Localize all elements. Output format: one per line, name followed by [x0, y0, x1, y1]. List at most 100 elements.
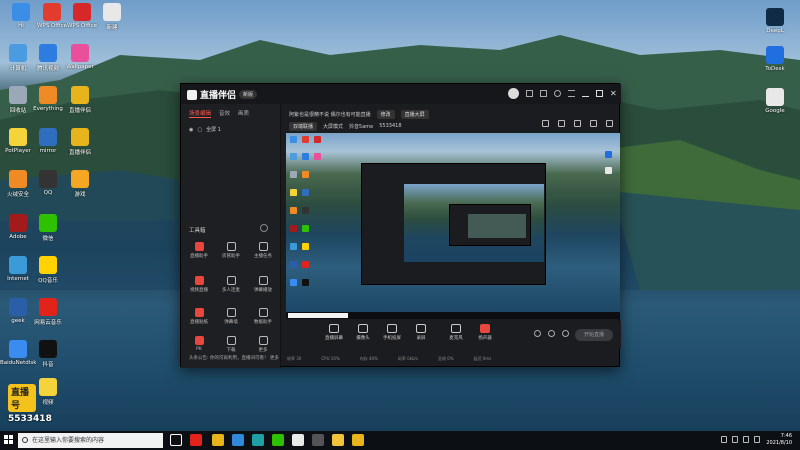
control-button[interactable]: 扬声器: [470, 324, 500, 341]
maximize-icon[interactable]: [596, 90, 603, 97]
live-companion-window[interactable]: 直播伴侣 新版 ✕ 场景编辑 音效 画质 ◉ ▢ 全屏 1 工具箱 直播助手 房…: [180, 83, 621, 368]
room-title[interactable]: 阿紫也是很精不说 偶尔也有可能直播: [289, 111, 371, 118]
ime-icon[interactable]: [754, 436, 760, 443]
preview-app-icon: [302, 171, 309, 178]
record-small-icon[interactable]: [548, 330, 555, 337]
search-icon: [22, 437, 28, 443]
clock-time: 7:46: [780, 433, 792, 439]
settings-taskbar-icon[interactable]: [352, 434, 364, 446]
desktop-icon[interactable]: 网易云音乐: [30, 298, 66, 336]
settings-icon[interactable]: [554, 90, 561, 97]
tool-button[interactable]: 更多: [249, 336, 277, 356]
bell-icon[interactable]: [590, 120, 597, 127]
live-companion-taskbar-icon[interactable]: [212, 434, 224, 446]
tool-button[interactable]: PK: [185, 336, 213, 356]
tool-button[interactable]: 弹幕播放: [249, 276, 277, 296]
tool-button[interactable]: 主播任务: [249, 242, 277, 262]
tab-audio[interactable]: 音效: [219, 109, 230, 118]
wechat-taskbar-icon[interactable]: [272, 434, 284, 446]
message-icon[interactable]: [526, 90, 533, 97]
tab-quality[interactable]: 画质: [238, 109, 249, 118]
mic-icon: [451, 324, 461, 333]
tool-button[interactable]: 多人连麦: [217, 276, 245, 296]
browser-icon[interactable]: [232, 434, 244, 446]
tab-scene-edit[interactable]: 场景编辑: [189, 109, 212, 118]
control-button[interactable]: 手机投屏: [377, 324, 407, 341]
taskview-icon[interactable]: [170, 434, 182, 446]
desktop-icon[interactable]: Wallpaper: [62, 44, 98, 82]
desktop-icon[interactable]: QQ: [30, 170, 66, 208]
desktop-icon[interactable]: 腾讯视频: [30, 44, 66, 82]
camera-small-icon[interactable]: [534, 330, 541, 337]
desktop-icon[interactable]: Everything: [30, 86, 66, 124]
skin-icon[interactable]: [540, 90, 547, 97]
qq-icon: [39, 170, 57, 188]
tool-button[interactable]: 下载: [217, 336, 245, 356]
scene-label: 全屏 1: [206, 127, 221, 133]
tray-arrow-icon[interactable]: [721, 436, 727, 443]
gift-icon[interactable]: [542, 120, 549, 127]
tool-button[interactable]: 房管助手: [217, 242, 245, 262]
settings-small-icon[interactable]: [562, 330, 569, 337]
tool-button[interactable]: 数据助手: [249, 308, 277, 328]
terminal-icon[interactable]: [312, 434, 324, 446]
share-icon[interactable]: [606, 120, 613, 127]
desktop-icon[interactable]: QQ音乐: [30, 256, 66, 294]
help-icon[interactable]: [260, 224, 268, 232]
notice-text[interactable]: 头条公告: 你的可再利用，直播间可看！ 更多: [189, 355, 279, 361]
desktop-icon[interactable]: 直播伴侣: [62, 128, 98, 166]
windows-start-icon[interactable]: [4, 435, 14, 445]
close-icon[interactable]: ✕: [610, 90, 617, 98]
edit-button[interactable]: 修改: [376, 109, 395, 119]
desktop-icon[interactable]: ToDesk: [757, 46, 793, 84]
desktop-icon[interactable]: Google: [757, 88, 793, 126]
tool-button[interactable]: 弹幕墙: [217, 308, 245, 328]
recorder-icon[interactable]: [190, 434, 202, 446]
control-button[interactable]: 直播屏幕: [319, 324, 349, 341]
control-button[interactable]: 摄像头: [348, 324, 378, 341]
scene-item[interactable]: ◉ ▢ 全屏 1: [181, 123, 280, 136]
volume-icon[interactable]: [743, 436, 749, 443]
meta-tag[interactable]: 双端联播: [289, 121, 318, 131]
control-button[interactable]: 录屏: [406, 324, 436, 341]
phone-cast-icon: [387, 324, 397, 333]
preview-app-icon: [290, 243, 297, 250]
preview-app-icon: [290, 171, 297, 178]
big-screen-button[interactable]: 直播大屏: [400, 109, 429, 119]
avatar[interactable]: [508, 88, 519, 99]
desktop-icon[interactable]: 新建: [94, 3, 130, 41]
clock[interactable]: 7:46 2021/8/10: [766, 433, 792, 447]
desktop-icon[interactable]: 抖音: [30, 340, 66, 378]
status-latency: 延迟 0ms: [473, 356, 492, 361]
desktop-icon[interactable]: 微信: [30, 214, 66, 252]
minimize-icon[interactable]: [582, 90, 589, 97]
tool-button[interactable]: 视频直播: [185, 276, 213, 296]
desktop-icon[interactable]: 直播伴侣: [62, 86, 98, 124]
desktop-icon[interactable]: DeepL: [757, 8, 793, 46]
stats-icon[interactable]: [574, 120, 581, 127]
menu-icon[interactable]: [568, 90, 575, 97]
preview-app-icon: [290, 279, 297, 286]
shop-icon[interactable]: [558, 120, 565, 127]
desktop-icon[interactable]: 游戏: [62, 170, 98, 208]
edge-icon[interactable]: [252, 434, 264, 446]
control-button[interactable]: 麦克风: [441, 324, 471, 341]
lock-icon[interactable]: ▢: [197, 127, 202, 133]
notes-icon[interactable]: [292, 434, 304, 446]
clock-date: 2021/8/10: [766, 440, 792, 446]
meta-tag: 抖音5ame: [349, 123, 374, 130]
live-companion-icon: [71, 86, 89, 104]
tool-button[interactable]: 直播贴纸: [185, 308, 213, 328]
eye-icon[interactable]: ◉: [189, 127, 193, 133]
tool-button[interactable]: 直播助手: [185, 242, 213, 262]
go-live-button[interactable]: 开始直播: [575, 329, 613, 341]
room-admin-icon: [226, 242, 236, 251]
network-icon[interactable]: [732, 436, 738, 443]
preview-canvas[interactable]: [286, 133, 620, 319]
version-badge[interactable]: 新版: [239, 90, 258, 99]
folder-icon[interactable]: [332, 434, 344, 446]
desktop-icons-left: Hi WPS Office WPS Office 新建 计算机 腾讯视频 Wal…: [0, 0, 121, 430]
desktop-icon[interactable]: mirror: [30, 128, 66, 166]
danmu-play-icon: [258, 276, 268, 285]
taskbar-search-input[interactable]: 在这里输入你要搜索的内容: [18, 433, 163, 448]
